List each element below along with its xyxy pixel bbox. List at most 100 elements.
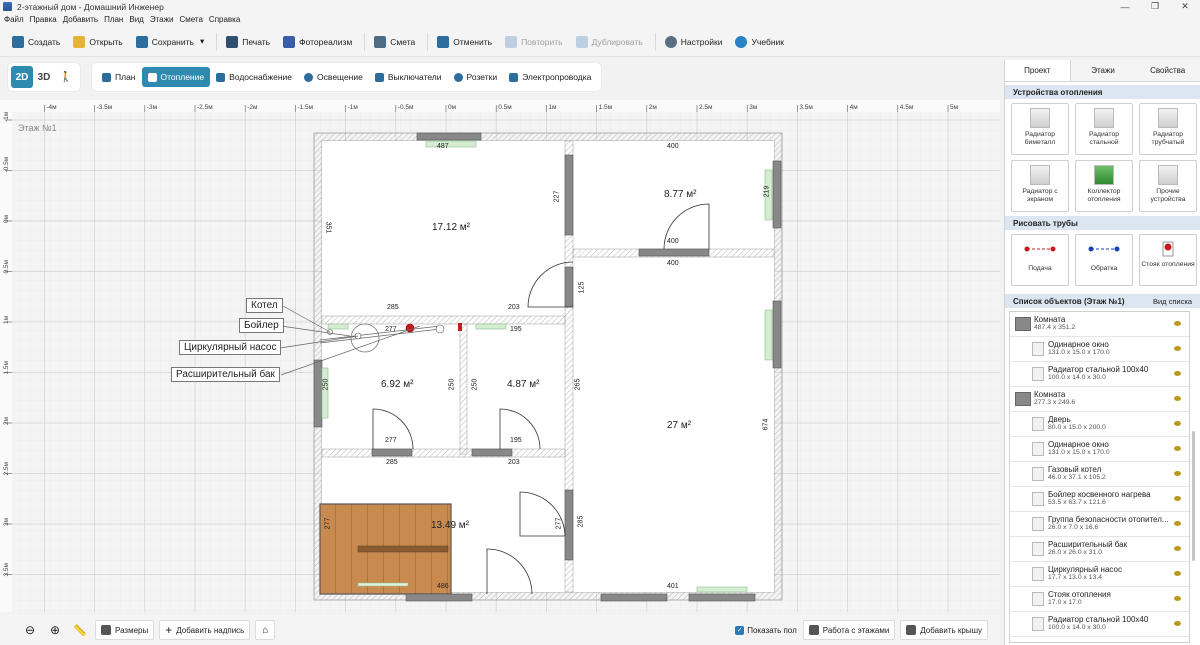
ruler-tick-label: 3.5м xyxy=(3,562,10,576)
tab-plan[interactable]: План xyxy=(96,67,142,87)
object-room-row[interactable]: Комната 277.3 x 249.6 xyxy=(1010,387,1189,412)
object-item-row[interactable]: Расширительный бак 26.0 x 26.0 x 31.0 xyxy=(1010,537,1189,562)
object-item-row[interactable]: Циркулярный насос 17.7 x 13.0 x 13.4 xyxy=(1010,562,1189,587)
tab-switches[interactable]: Выключатели xyxy=(369,67,448,87)
object-name: Дверь xyxy=(1048,415,1071,424)
tab-floors[interactable]: Этажи xyxy=(1071,60,1136,81)
ruler-icon[interactable]: 📏 xyxy=(70,620,90,640)
show-floor-checkbox[interactable]: ✓ xyxy=(735,625,745,635)
zoom-out-icon[interactable]: ⊖ xyxy=(20,620,40,640)
redo-icon xyxy=(505,35,518,48)
tab-properties[interactable]: Свойства xyxy=(1135,60,1200,81)
device-bimetal-radiator[interactable]: Радиатор биметалл xyxy=(1011,103,1069,155)
print-button[interactable]: Печать xyxy=(221,31,275,53)
mode-bar: 2D 3D 🚶 План Отопление Водоснабжение Осв… xyxy=(8,63,602,91)
walk-mode-icon[interactable]: 🚶 xyxy=(55,66,77,88)
object-dimensions: 131.0 x 15.0 x 170.0 xyxy=(1048,449,1110,456)
maximize-button[interactable]: ❐ xyxy=(1140,0,1170,13)
object-item-row[interactable]: Дверь 80.0 x 15.0 x 200.0 xyxy=(1010,412,1189,437)
settings-button[interactable]: Настройки xyxy=(660,31,728,53)
scrollbar-thumb[interactable] xyxy=(1192,431,1195,561)
object-item-row[interactable]: Радиатор стальной 100x40 100.0 x 14.0 x 3… xyxy=(1010,362,1189,387)
visibility-eye-icon[interactable] xyxy=(1174,621,1181,626)
visibility-eye-icon[interactable] xyxy=(1174,546,1181,551)
visibility-eye-icon[interactable] xyxy=(1174,396,1181,401)
dim-label: 401 xyxy=(667,583,679,590)
object-item-row[interactable]: Одинарное окно 131.0 x 15.0 x 170.0 xyxy=(1010,437,1189,462)
plan-canvas[interactable]: -4м -3.5м -3м -2.5м -2м -1.5м -1м -0.5м 0м 0.5м 1м… xyxy=(0,100,1000,612)
object-dimensions: 26.0 x 26.0 x 31.0 xyxy=(1048,549,1103,556)
save-dropdown-icon[interactable]: ▾ xyxy=(200,36,204,47)
menu-help[interactable]: Справка xyxy=(209,15,240,24)
sizes-button[interactable]: Размеры xyxy=(95,620,155,640)
view-list-button[interactable]: Вид списка xyxy=(1153,297,1192,306)
menu-floors[interactable]: Этажи xyxy=(150,15,174,24)
object-item-row[interactable]: Одинарное окно 131.0 x 15.0 x 170.0 xyxy=(1010,337,1189,362)
menu-file[interactable]: Файл xyxy=(4,15,24,24)
object-name: Стояк отопления xyxy=(1048,590,1111,599)
room-area-1: 17.12 м² xyxy=(432,222,471,233)
visibility-eye-icon[interactable] xyxy=(1174,596,1181,601)
dim-label: 351 xyxy=(324,221,332,234)
minimize-button[interactable]: — xyxy=(1110,0,1140,13)
save-button[interactable]: Сохранить ▾ xyxy=(131,31,210,53)
device-other[interactable]: Прочие устройства xyxy=(1139,160,1197,212)
visibility-eye-icon[interactable] xyxy=(1174,571,1181,576)
visibility-eye-icon[interactable] xyxy=(1174,321,1181,326)
visibility-eye-icon[interactable] xyxy=(1174,371,1181,376)
object-room-row[interactable]: Комната 487.4 x 351.2 xyxy=(1010,312,1189,337)
create-button[interactable]: Создать xyxy=(7,31,65,53)
close-button[interactable]: ✕ xyxy=(1170,0,1200,13)
plan-drawing[interactable]: -4м -3.5м -3м -2.5м -2м -1.5м -1м -0.5м 0м 0.5м 1м… xyxy=(0,100,1000,612)
pipe-supply[interactable]: Подача xyxy=(1011,234,1069,286)
tab-lighting[interactable]: Освещение xyxy=(298,67,369,87)
visibility-eye-icon[interactable] xyxy=(1174,346,1181,351)
photorealism-button[interactable]: Фотореализм xyxy=(278,31,357,53)
device-manifold[interactable]: Коллектор отопления xyxy=(1075,160,1133,212)
tab-water[interactable]: Водоснабжение xyxy=(210,67,298,87)
view-3d-button[interactable]: 3D xyxy=(33,66,55,88)
object-item-row[interactable]: Стояк отопления 17.0 x 17.0 xyxy=(1010,587,1189,612)
dim-label: 285 xyxy=(386,459,398,466)
device-tube-radiator[interactable]: Радиатор трубчатый xyxy=(1139,103,1197,155)
visibility-eye-icon[interactable] xyxy=(1174,471,1181,476)
objects-list[interactable]: Комната 487.4 x 351.2 Одинарное окно 131.0 … xyxy=(1009,311,1190,643)
zoom-in-icon[interactable]: ⊕ xyxy=(45,620,65,640)
visibility-eye-icon[interactable] xyxy=(1174,496,1181,501)
device-screen-radiator[interactable]: Радиатор с экраном xyxy=(1011,160,1069,212)
tutorial-button[interactable]: Учебник xyxy=(730,31,789,53)
add-roof-button[interactable]: Добавить крышу xyxy=(900,620,988,640)
redo-button[interactable]: Повторить xyxy=(500,31,568,53)
menu-view[interactable]: Вид xyxy=(129,15,143,24)
menu-edit[interactable]: Правка xyxy=(30,15,57,24)
estimate-button[interactable]: Смета xyxy=(369,31,420,53)
object-name: Бойлер косвенного нагрева xyxy=(1048,490,1151,499)
undo-button[interactable]: Отменить xyxy=(432,31,497,53)
visibility-eye-icon[interactable] xyxy=(1174,521,1181,526)
object-item-row[interactable]: Газовый котел 46.0 x 37.1 x 105.2 xyxy=(1010,462,1189,487)
tab-heating[interactable]: Отопление xyxy=(141,67,211,87)
object-item-row[interactable]: Бойлер косвенного нагрева 53.5 x 63.7 x 1… xyxy=(1010,487,1189,512)
tab-sockets[interactable]: Розетки xyxy=(448,67,504,87)
object-item-row[interactable]: Группа безопасности отопител... 26.0 x 7.… xyxy=(1010,512,1189,537)
device-steel-radiator[interactable]: Радиатор стальной xyxy=(1075,103,1133,155)
duplicate-button[interactable]: Дублировать xyxy=(571,31,648,53)
object-name: Одинарное окно xyxy=(1048,440,1109,449)
visibility-eye-icon[interactable] xyxy=(1174,446,1181,451)
open-button[interactable]: Открыть xyxy=(68,31,127,53)
tab-project[interactable]: Проект xyxy=(1005,60,1071,81)
menu-add[interactable]: Добавить xyxy=(63,15,98,24)
pipe-return[interactable]: Обратка xyxy=(1075,234,1133,286)
object-item-row[interactable]: Радиатор стальной 100x40 100.0 x 14.0 x 3… xyxy=(1010,612,1189,637)
menu-plan[interactable]: План xyxy=(104,15,123,24)
home-icon[interactable]: ⌂ xyxy=(255,620,276,640)
tab-wiring[interactable]: Электропроводка xyxy=(503,67,597,87)
dim-label: 674 xyxy=(762,418,770,431)
add-label-button[interactable]: + Добавить надпись xyxy=(159,620,251,640)
visibility-eye-icon[interactable] xyxy=(1174,421,1181,426)
view-2d-button[interactable]: 2D xyxy=(11,66,33,88)
pipe-riser[interactable]: Стояк отопления xyxy=(1139,234,1197,286)
objects-scrollbar[interactable] xyxy=(1192,311,1196,643)
floors-button[interactable]: Работа с этажами xyxy=(802,620,896,640)
menu-estimate[interactable]: Смета xyxy=(179,15,202,24)
